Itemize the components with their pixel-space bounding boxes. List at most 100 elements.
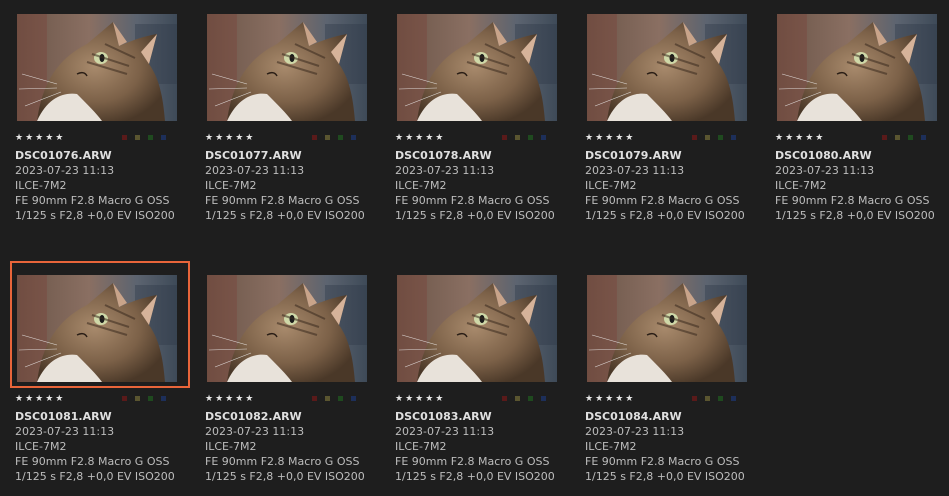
yellow-label[interactable]: [705, 396, 710, 401]
capture-datetime: 2023-07-23 11:13: [395, 425, 495, 438]
blue-label[interactable]: [351, 135, 356, 140]
star-rating[interactable]: ★★★★★: [585, 132, 635, 144]
cat-photo-thumbnail[interactable]: [777, 14, 937, 121]
thumbnail-frame: [200, 261, 380, 388]
photo-tile[interactable]: ★★★★★ DSC01076.ARW 2023-07-23 11:13 ILCE…: [10, 0, 190, 230]
cat-photo-thumbnail[interactable]: [17, 275, 177, 382]
thumbnail-frame: [200, 0, 380, 127]
blue-label[interactable]: [541, 135, 546, 140]
star-rating[interactable]: ★★★★★: [205, 132, 255, 144]
blue-label[interactable]: [161, 135, 166, 140]
cat-photo-thumbnail[interactable]: [207, 14, 367, 121]
red-label[interactable]: [502, 396, 507, 401]
thumbnail-frame: [770, 0, 949, 127]
yellow-label[interactable]: [325, 396, 330, 401]
cat-photo-thumbnail[interactable]: [207, 275, 367, 382]
yellow-label[interactable]: [515, 396, 520, 401]
exposure-info: 1/125 s F2,8 +0,0 EV ISO200: [395, 209, 555, 222]
star-rating[interactable]: ★★★★★: [585, 393, 635, 405]
lens-model: FE 90mm F2.8 Macro G OSS: [15, 455, 170, 468]
red-label[interactable]: [502, 135, 507, 140]
blue-label[interactable]: [731, 135, 736, 140]
photo-tile[interactable]: ★★★★★ DSC01084.ARW 2023-07-23 11:13 ILCE…: [580, 261, 760, 491]
capture-datetime: 2023-07-23 11:13: [15, 425, 115, 438]
photo-metadata: DSC01081.ARW 2023-07-23 11:13 ILCE-7M2 F…: [15, 409, 190, 484]
green-label[interactable]: [528, 135, 533, 140]
photo-tile[interactable]: ★★★★★ DSC01083.ARW 2023-07-23 11:13 ILCE…: [390, 261, 570, 491]
filename: DSC01081.ARW: [15, 410, 112, 423]
cat-photo-thumbnail[interactable]: [17, 14, 177, 121]
blue-label[interactable]: [541, 396, 546, 401]
lens-model: FE 90mm F2.8 Macro G OSS: [395, 194, 550, 207]
star-rating[interactable]: ★★★★★: [15, 393, 65, 405]
green-label[interactable]: [148, 135, 153, 140]
green-label[interactable]: [718, 396, 723, 401]
photo-metadata: DSC01084.ARW 2023-07-23 11:13 ILCE-7M2 F…: [585, 409, 760, 484]
green-label[interactable]: [908, 135, 913, 140]
red-label[interactable]: [312, 396, 317, 401]
green-label[interactable]: [148, 396, 153, 401]
yellow-label[interactable]: [135, 135, 140, 140]
exposure-info: 1/125 s F2,8 +0,0 EV ISO200: [395, 470, 555, 483]
yellow-label[interactable]: [515, 135, 520, 140]
lens-model: FE 90mm F2.8 Macro G OSS: [585, 455, 740, 468]
photo-tile[interactable]: ★★★★★ DSC01082.ARW 2023-07-23 11:13 ILCE…: [200, 261, 380, 491]
cat-photo-thumbnail[interactable]: [397, 14, 557, 121]
photo-tile[interactable]: ★★★★★ DSC01077.ARW 2023-07-23 11:13 ILCE…: [200, 0, 380, 230]
lens-model: FE 90mm F2.8 Macro G OSS: [205, 455, 360, 468]
filename: DSC01083.ARW: [395, 410, 492, 423]
star-rating[interactable]: ★★★★★: [205, 393, 255, 405]
cat-photo-thumbnail[interactable]: [587, 275, 747, 382]
yellow-label[interactable]: [895, 135, 900, 140]
blue-label[interactable]: [731, 396, 736, 401]
blue-label[interactable]: [161, 396, 166, 401]
capture-datetime: 2023-07-23 11:13: [205, 425, 305, 438]
capture-datetime: 2023-07-23 11:13: [775, 164, 875, 177]
photo-metadata: DSC01077.ARW 2023-07-23 11:13 ILCE-7M2 F…: [205, 148, 380, 223]
red-label[interactable]: [122, 135, 127, 140]
capture-datetime: 2023-07-23 11:13: [585, 164, 685, 177]
lens-model: FE 90mm F2.8 Macro G OSS: [395, 455, 550, 468]
red-label[interactable]: [882, 135, 887, 140]
star-rating[interactable]: ★★★★★: [15, 132, 65, 144]
camera-model: ILCE-7M2: [585, 440, 637, 453]
capture-datetime: 2023-07-23 11:13: [205, 164, 305, 177]
exposure-info: 1/125 s F2,8 +0,0 EV ISO200: [205, 209, 365, 222]
exposure-info: 1/125 s F2,8 +0,0 EV ISO200: [15, 209, 175, 222]
cat-photo-thumbnail[interactable]: [587, 14, 747, 121]
photo-metadata: DSC01078.ARW 2023-07-23 11:13 ILCE-7M2 F…: [395, 148, 570, 223]
lens-model: FE 90mm F2.8 Macro G OSS: [585, 194, 740, 207]
red-label[interactable]: [692, 396, 697, 401]
yellow-label[interactable]: [325, 135, 330, 140]
photo-tile[interactable]: ★★★★★ DSC01081.ARW 2023-07-23 11:13 ILCE…: [10, 261, 190, 491]
thumbnail-frame: [580, 0, 760, 127]
green-label[interactable]: [338, 396, 343, 401]
camera-model: ILCE-7M2: [775, 179, 827, 192]
yellow-label[interactable]: [135, 396, 140, 401]
green-label[interactable]: [718, 135, 723, 140]
yellow-label[interactable]: [705, 135, 710, 140]
exposure-info: 1/125 s F2,8 +0,0 EV ISO200: [585, 470, 745, 483]
thumbnail-frame: [390, 261, 570, 388]
red-label[interactable]: [122, 396, 127, 401]
photo-tile[interactable]: ★★★★★ DSC01080.ARW 2023-07-23 11:13 ILCE…: [770, 0, 949, 230]
green-label[interactable]: [528, 396, 533, 401]
camera-model: ILCE-7M2: [395, 440, 447, 453]
red-label[interactable]: [692, 135, 697, 140]
thumbnail-frame: [580, 261, 760, 388]
red-label[interactable]: [312, 135, 317, 140]
capture-datetime: 2023-07-23 11:13: [15, 164, 115, 177]
thumbnail-frame: [10, 0, 190, 127]
green-label[interactable]: [338, 135, 343, 140]
photo-metadata: DSC01080.ARW 2023-07-23 11:13 ILCE-7M2 F…: [775, 148, 949, 223]
blue-label[interactable]: [921, 135, 926, 140]
photo-metadata: DSC01082.ARW 2023-07-23 11:13 ILCE-7M2 F…: [205, 409, 380, 484]
blue-label[interactable]: [351, 396, 356, 401]
cat-photo-thumbnail[interactable]: [397, 275, 557, 382]
star-rating[interactable]: ★★★★★: [775, 132, 825, 144]
photo-tile[interactable]: ★★★★★ DSC01079.ARW 2023-07-23 11:13 ILCE…: [580, 0, 760, 230]
photo-tile[interactable]: ★★★★★ DSC01078.ARW 2023-07-23 11:13 ILCE…: [390, 0, 570, 230]
filename: DSC01080.ARW: [775, 149, 872, 162]
star-rating[interactable]: ★★★★★: [395, 132, 445, 144]
star-rating[interactable]: ★★★★★: [395, 393, 445, 405]
